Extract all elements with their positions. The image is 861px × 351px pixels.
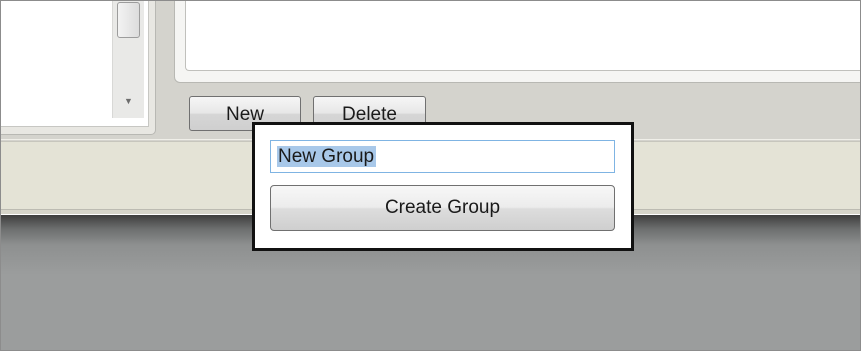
details-panel xyxy=(174,1,860,83)
scroll-down-arrow-icon[interactable]: ▼ xyxy=(113,94,144,108)
details-text-area[interactable] xyxy=(185,1,860,71)
group-list-panel: ▼ xyxy=(1,1,156,135)
scroll-thumb[interactable] xyxy=(117,2,140,38)
create-group-button[interactable]: Create Group xyxy=(270,185,615,231)
group-name-input[interactable]: New Group xyxy=(270,140,615,173)
create-group-popup: New Group Create Group xyxy=(252,122,634,251)
app-window: ▼ New Delete New Group Create Group xyxy=(0,0,861,351)
selected-text: New Group xyxy=(277,146,377,167)
group-list-scrollbar[interactable]: ▼ xyxy=(112,1,144,118)
group-list[interactable]: ▼ xyxy=(1,1,149,127)
